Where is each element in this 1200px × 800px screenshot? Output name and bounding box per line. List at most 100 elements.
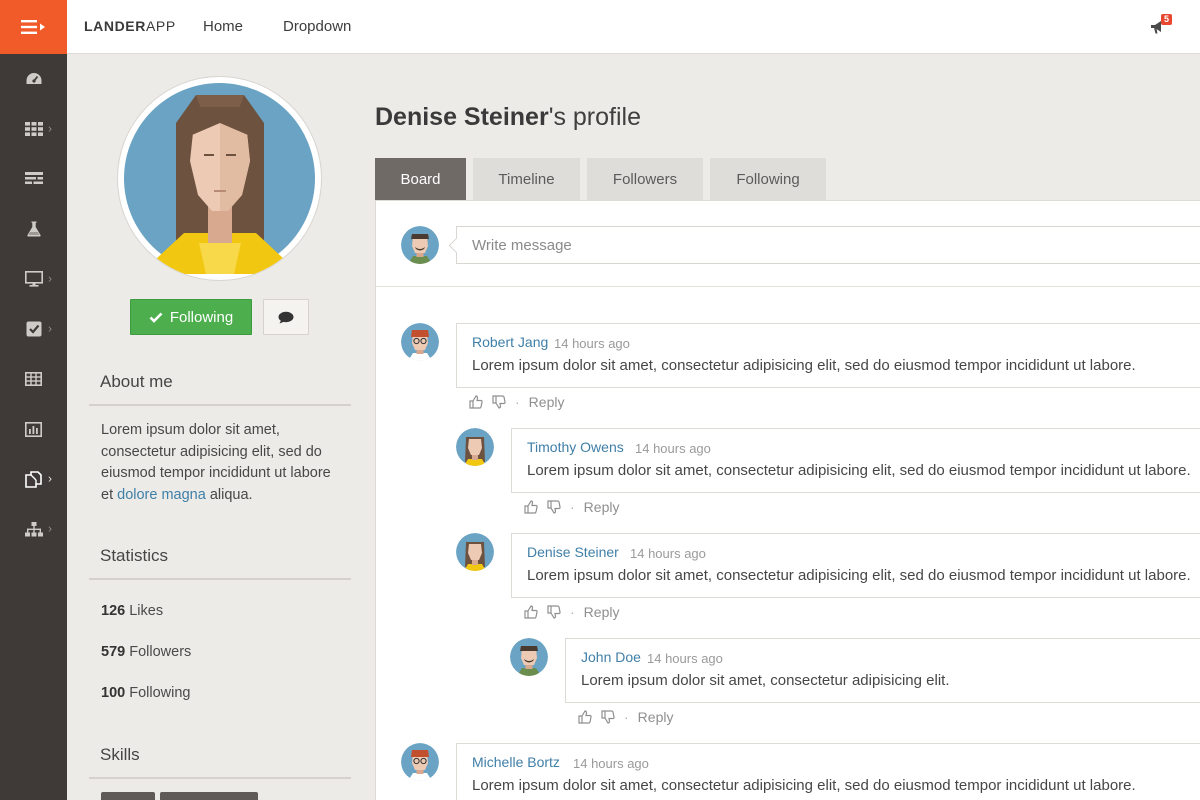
dislike-button[interactable] (601, 710, 615, 724)
sitemap-icon (24, 521, 43, 536)
chevron-right-icon: › (48, 521, 52, 536)
stat-followers: 579 Followers (101, 644, 191, 660)
comment-time: 14 hours ago (554, 336, 630, 351)
comment-box: John Doe 14 hours ago Lorem ipsum dolor … (565, 638, 1200, 703)
sidebar-item-grid[interactable]: › (0, 104, 67, 154)
divider (89, 404, 351, 406)
divider (89, 777, 351, 779)
dislike-button[interactable] (547, 500, 561, 514)
menu-toggle-button[interactable] (0, 0, 67, 54)
chevron-right-icon: › (48, 271, 52, 286)
thumbs-up-icon (524, 500, 538, 514)
menu-toggle-icon (20, 20, 45, 34)
sidebar-rail: › › › › › (0, 0, 67, 800)
separator-dot: · (570, 604, 575, 620)
like-button[interactable] (578, 710, 592, 724)
separator-dot: · (624, 709, 629, 725)
sidebar-item-dashboard[interactable] (0, 54, 67, 104)
profile-name: Denise Steiner (375, 103, 549, 131)
dislike-button[interactable] (492, 395, 506, 409)
thumbs-down-icon (492, 395, 506, 409)
skills-heading: Skills (100, 745, 140, 764)
skill-tag (160, 792, 258, 800)
tab-followers[interactable]: Followers (587, 158, 703, 200)
stat-value: 126 (101, 603, 126, 619)
reply-button[interactable]: Reply (584, 499, 620, 515)
thumbs-up-icon (524, 605, 538, 619)
tab-board[interactable]: Board (375, 158, 466, 200)
logo-light-text: APP (145, 18, 176, 34)
comment-text: Lorem ipsum dolor sit amet, consectetur … (472, 357, 1136, 374)
comment-actions: · Reply (524, 603, 619, 621)
grid-icon (24, 122, 43, 136)
top-bar: LANDERAPP Home Dropdown 5 (67, 0, 1200, 54)
comment-author-link[interactable]: Michelle Bortz (472, 754, 560, 770)
comment-time: 14 hours ago (647, 651, 723, 666)
sidebar-item-lab[interactable] (0, 204, 67, 254)
app-logo[interactable]: LANDERAPP (84, 18, 176, 34)
bar-chart-icon (25, 421, 42, 437)
layout-icon (24, 172, 43, 184)
comment-box: Denise Steiner 14 hours ago Lorem ipsum … (511, 533, 1200, 598)
comment-time: 14 hours ago (630, 546, 706, 561)
board-panel: Write message Robert Jang 14 hours ago L… (375, 200, 1200, 800)
divider (89, 578, 351, 580)
reply-button[interactable]: Reply (529, 394, 565, 410)
sidebar-item-forms[interactable]: › (0, 304, 67, 354)
notifications-button[interactable]: 5 (1150, 14, 1173, 36)
logo-bold-text: LANDER (84, 18, 146, 34)
sidebar-item-monitor[interactable]: › (0, 254, 67, 304)
comment-author-link[interactable]: John Doe (581, 649, 641, 665)
monitor-icon (24, 271, 43, 287)
comment-actions: · Reply (469, 393, 564, 411)
comment-author-link[interactable]: Denise Steiner (527, 544, 619, 560)
comment-author-link[interactable]: Timothy Owens (527, 439, 624, 455)
stat-value: 579 (101, 644, 126, 660)
avatar (510, 638, 548, 676)
tab-timeline[interactable]: Timeline (473, 158, 580, 200)
about-me-heading: About me (100, 372, 173, 391)
sidebar-item-layout[interactable] (0, 154, 67, 204)
flask-icon (26, 221, 41, 237)
about-link[interactable]: dolore magna (117, 487, 206, 503)
nav-home-link[interactable]: Home (203, 18, 243, 35)
sidebar-item-sitemap[interactable]: › (0, 504, 67, 554)
chevron-right-icon: › (48, 121, 52, 136)
comment-box: Timothy Owens 14 hours ago Lorem ipsum d… (511, 428, 1200, 493)
comment-text: Lorem ipsum dolor sit amet, consectetur … (527, 462, 1191, 479)
write-message-input[interactable]: Write message (456, 226, 1200, 264)
reply-button[interactable]: Reply (638, 709, 674, 725)
sidebar-item-pages[interactable]: › (0, 454, 67, 504)
dashboard-icon (26, 73, 41, 84)
stat-label: Followers (125, 644, 192, 660)
notification-count-badge: 5 (1161, 14, 1173, 25)
chat-bubble-icon (278, 311, 294, 323)
comment-time: 14 hours ago (635, 441, 711, 456)
avatar (456, 533, 494, 571)
nav-dropdown-link[interactable]: Dropdown (283, 18, 351, 35)
like-button[interactable] (524, 500, 538, 514)
skill-tag (101, 792, 155, 800)
comment-time: 14 hours ago (573, 756, 649, 771)
sidebar-item-tables[interactable] (0, 354, 67, 404)
divider (376, 286, 1200, 287)
comment-box: Michelle Bortz 14 hours ago Lorem ipsum … (456, 743, 1200, 800)
like-button[interactable] (524, 605, 538, 619)
following-button[interactable]: Following (130, 299, 252, 335)
check-icon (149, 312, 163, 323)
table-icon (25, 372, 42, 386)
tab-following[interactable]: Following (710, 158, 826, 200)
comment-text: Lorem ipsum dolor sit amet, consectetur … (527, 567, 1191, 584)
avatar (456, 428, 494, 466)
thumbs-up-icon (578, 710, 592, 724)
dislike-button[interactable] (547, 605, 561, 619)
page-title: Denise Steiner's profile (375, 103, 641, 132)
chevron-right-icon: › (48, 321, 52, 336)
send-message-button[interactable] (263, 299, 309, 335)
like-button[interactable] (469, 395, 483, 409)
statistics-heading: Statistics (100, 546, 169, 565)
avatar (401, 323, 439, 361)
reply-button[interactable]: Reply (584, 604, 620, 620)
comment-author-link[interactable]: Robert Jang (472, 334, 548, 350)
sidebar-item-charts[interactable] (0, 404, 67, 454)
